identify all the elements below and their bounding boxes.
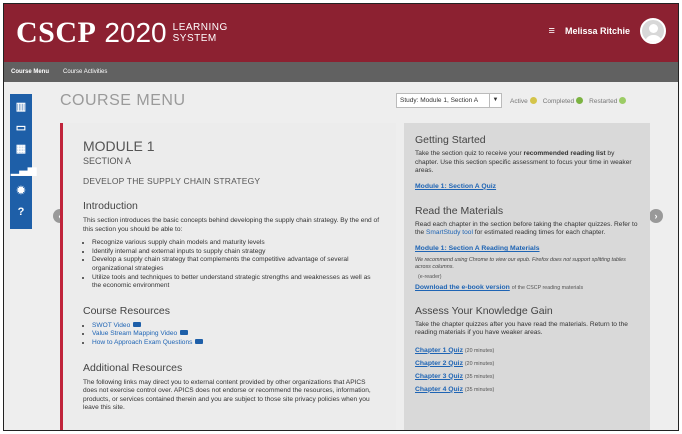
sub-navigation: Course Menu Course Activities [4,62,678,82]
gs-text-1: Take the section quiz to receive your [415,150,524,157]
study-steps-panel: Getting Started Take the section quiz to… [404,123,650,430]
ebook-row: Download the e-book version of the CSCP … [415,284,639,291]
ebook-link[interactable]: Download the e-book version [415,284,510,291]
assess-text: Take the chapter quizzes after you have … [415,320,628,337]
additional-heading: Additional Resources [83,361,183,374]
chevron-down-icon[interactable]: ▼ [489,94,501,107]
grid-icon[interactable]: ▦ [11,141,31,157]
list-item: Identify internal and external inputs to… [92,248,380,257]
section-heading: SECTION A [83,156,132,166]
getting-started-heading: Getting Started [415,134,486,146]
browser-note: We recommend using Chrome to view our ep… [415,256,626,270]
hamburger-menu-icon[interactable]: ≡ [549,25,555,37]
quiz-time: (35 minutes) [464,386,495,393]
video-icon[interactable] [133,321,142,327]
sidebar: ▥ ▭ ▦ ▁▃▅ ✹ ? [10,94,36,229]
page-title: COURSE MENU [60,92,186,109]
monitor-icon[interactable]: ▭ [11,120,31,136]
resource-link[interactable]: Value Stream Mapping Video [92,330,177,337]
quiz-time: (35 minutes) [464,373,495,380]
section-quiz-link[interactable]: Module 1: Section A Quiz [415,183,639,190]
status-legend: Active Completed Restarted [510,97,627,105]
quiz-time: (20 minutes) [464,360,495,367]
gear-icon[interactable]: ✹ [11,183,31,199]
quiz-time: (20 minutes) [464,347,495,354]
quiz-link[interactable]: Chapter 2 Quiz [415,360,463,367]
user-name[interactable]: Melissa Ritchie [565,26,630,36]
quiz-row: Chapter 2 Quiz (20 minutes) [415,360,639,367]
pencil-icon [529,97,537,104]
course-menu-bar: COURSE MENU Study: Module 1, Section A ▼… [34,86,674,118]
quiz-row: Chapter 4 Quiz (35 minutes) [415,386,639,393]
logo-system: LEARNING SYSTEM [173,22,228,44]
resource-item: SWOT Video [92,321,380,331]
list-item: Recognize various supply chain models an… [92,239,380,248]
quiz-link[interactable]: Chapter 3 Quiz [415,373,463,380]
resource-item: How to Approach Exam Questions [92,338,380,348]
books-icon[interactable]: ▥ [11,99,31,115]
user-area: ≡ Melissa Ritchie [549,18,666,44]
legend-completed-label: Completed [542,98,575,105]
list-item: Utilize tools and techniques to better u… [92,274,380,291]
logo-system-line2: SYSTEM [172,33,217,44]
quiz-row: Chapter 1 Quiz (20 minutes) [415,347,639,354]
module-heading: MODULE 1 [83,138,155,154]
ebook-note: of the CSCP reading materials [511,284,584,291]
resource-item: Value Stream Mapping Video [92,330,380,339]
quiz-row: Chapter 3 Quiz (35 minutes) [415,373,639,380]
next-arrow-icon[interactable]: › [649,209,663,223]
legend-active: Active [510,97,537,105]
restart-icon [619,97,627,104]
intro-text: This section introduces the basic concep… [83,217,380,233]
read-text: Read each chapter in the section before … [415,221,639,238]
smartstudy-link[interactable]: SmartStudy tool [426,229,473,236]
nav-course-menu[interactable]: Course Menu [4,62,56,82]
legend-restarted-label: Restarted [589,98,618,105]
app-header: CSCP 2020 LEARNING SYSTEM ≡ Melissa Ritc… [4,4,678,62]
resources-list: SWOT Video Value Stream Mapping Video Ho… [92,321,380,348]
intro-heading: Introduction [83,200,138,212]
quiz-link[interactable]: Chapter 4 Quiz [415,386,463,393]
app-window: CSCP 2020 LEARNING SYSTEM ≡ Melissa Ritc… [3,3,679,431]
ereader-label: (e-reader) [418,273,442,280]
resource-link[interactable]: SWOT Video [92,322,130,329]
quiz-link[interactable]: Chapter 1 Quiz [415,347,463,354]
getting-started-text: Take the section quiz to receive your re… [415,150,639,176]
chart-icon[interactable]: ▁▃▅ [11,162,36,178]
objectives-list: Recognize various supply chain models an… [92,239,380,291]
legend-active-label: Active [510,98,528,105]
study-select[interactable]: Study: Module 1, Section A ▼ [396,93,502,108]
assess-heading: Assess Your Knowledge Gain [415,304,553,317]
additional-text: The following links may direct you to ex… [83,378,371,412]
nav-course-activities[interactable]: Course Activities [56,62,114,82]
module-panel: MODULE 1 SECTION A DEVELOP THE SUPPLY CH… [60,123,396,430]
video-icon[interactable] [180,330,189,336]
read-text-2: for estimated reading times for each cha… [472,229,606,237]
section-title: DEVELOP THE SUPPLY CHAIN STRATEGY [83,176,261,186]
legend-completed: Completed [542,97,584,105]
reading-materials-link[interactable]: Module 1: Section A Reading Materials [415,245,639,252]
read-heading: Read the Materials [415,204,504,217]
resources-heading: Course Resources [83,304,170,317]
logo-system-line1: LEARNING [172,22,228,33]
list-item: Develop a supply chain strategy that com… [92,256,380,273]
gs-text-bold: recommended reading list [523,150,606,157]
resource-link[interactable]: How to Approach Exam Questions [92,339,192,346]
legend-restarted: Restarted [589,97,627,105]
app-logo[interactable]: CSCP 2020 LEARNING SYSTEM [16,16,228,50]
avatar[interactable] [640,18,666,44]
logo-brand: CSCP [16,16,97,49]
logo-year: 2020 [104,17,167,48]
study-select-value: Study: Module 1, Section A [400,97,479,104]
check-icon [576,97,584,104]
video-icon[interactable] [195,338,204,344]
help-icon[interactable]: ? [11,204,31,220]
